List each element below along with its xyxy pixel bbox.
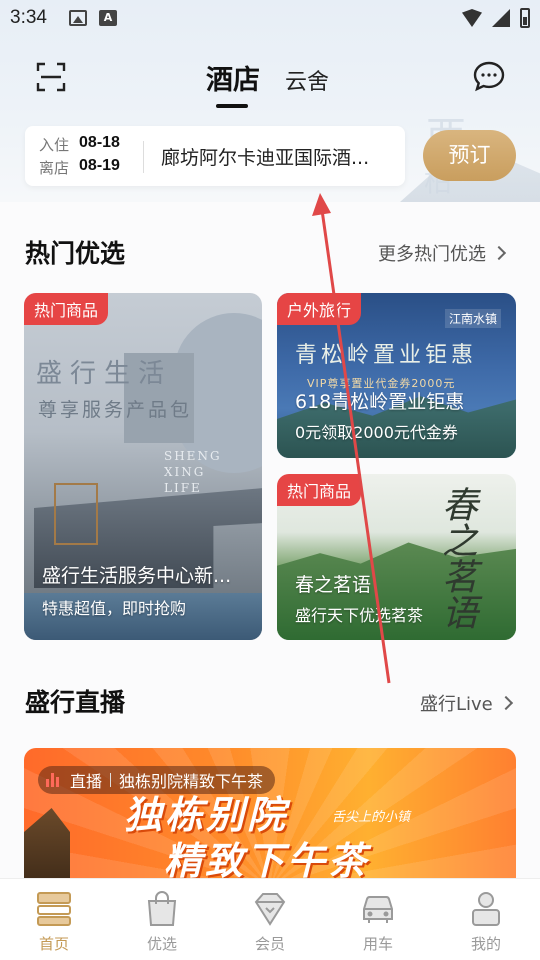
live-bars-icon <box>46 773 62 787</box>
card-tag: 热门商品 <box>277 474 362 506</box>
card-subtitle: 盛行天下优选茗茶 <box>295 606 424 625</box>
nav-featured-label: 优选 <box>146 935 177 953</box>
active-tab-indicator <box>216 104 248 108</box>
hot-card-shengxing-life[interactable]: 盛行生活 尊享服务产品包 SHENG XING LIFE 热门商品 盛行生活服务… <box>24 293 262 640</box>
bottom-navigation: 首页 优选 会员 用车 我的 <box>0 878 540 960</box>
card-decor-frame <box>54 483 98 545</box>
car-icon <box>363 896 393 923</box>
shopping-bag-icon <box>147 891 177 926</box>
booking-divider <box>143 141 144 173</box>
more-live-link[interactable]: 盛行Live <box>420 690 513 716</box>
checkout-date: 08-19 <box>79 157 120 174</box>
card-image-subtitle: 尊享服务产品包 <box>38 399 193 421</box>
hot-card-qingsongling[interactable]: 江南水镇 青松岭置业钜惠 VIP尊享置业代金券2000元 户外旅行 618青松岭… <box>277 293 516 458</box>
hot-card-tea[interactable]: 春之茗语 热门商品 春之茗语 盛行天下优选茗茶 <box>277 474 516 640</box>
chevron-right-icon <box>498 695 513 711</box>
wifi-icon <box>462 9 482 27</box>
signal-icon <box>492 9 510 27</box>
nav-home-label: 首页 <box>38 935 69 953</box>
card-brand-logo: 江南水镇 <box>445 309 502 328</box>
tab-yunshe[interactable]: 云舍 <box>285 64 329 96</box>
card-title: 春之茗语 <box>295 574 372 596</box>
message-icon[interactable] <box>472 60 506 92</box>
status-bar: 3:34 A <box>0 0 540 36</box>
badge-separator <box>110 773 112 787</box>
card-subtitle: 特惠超值，即时抢购 <box>42 599 187 618</box>
nav-member[interactable]: 会员 <box>216 879 324 960</box>
home-icon <box>37 892 71 926</box>
checkin-date: 08-18 <box>79 134 120 151</box>
card-image-title: 盛行生活 <box>36 359 173 389</box>
user-icon <box>472 892 500 926</box>
card-image-english: SHENG XING LIFE <box>164 449 222 495</box>
card-image-title: 青松岭置业钜惠 <box>295 343 478 368</box>
tab-hotel[interactable]: 酒店 <box>206 58 260 97</box>
checkin-row[interactable]: 入住 08-18 <box>39 134 120 155</box>
card-tag: 户外旅行 <box>277 293 362 325</box>
nav-featured[interactable]: 优选 <box>108 879 216 960</box>
banner-line-2: 精致下午茶 <box>164 839 370 883</box>
card-title: 618青松岭置业钜惠 <box>295 391 465 413</box>
banner-tag: 舌尖上的小镇 <box>332 810 411 825</box>
card-subtitle: 0元领取2000元代金券 <box>295 423 458 442</box>
battery-icon <box>520 8 530 28</box>
checkout-label: 离店 <box>39 159 70 177</box>
nav-car-label: 用车 <box>362 935 393 953</box>
diamond-icon <box>254 893 286 926</box>
more-hot-label: 更多热门优选 <box>378 244 486 265</box>
more-hot-link[interactable]: 更多热门优选 <box>378 240 507 266</box>
checkin-label: 入住 <box>39 136 70 154</box>
top-navigation: 酒店 云舍 <box>0 48 540 108</box>
gallery-notification-icon <box>68 10 87 26</box>
nav-car[interactable]: 用车 <box>324 879 432 960</box>
app-notification-icon: A <box>98 10 117 26</box>
checkout-row[interactable]: 离店 08-19 <box>39 157 120 178</box>
card-tag: 热门商品 <box>24 293 109 325</box>
hotel-name-field[interactable]: 廊坊阿尔卡迪亚国际酒... <box>161 143 369 170</box>
nav-member-label: 会员 <box>254 935 285 953</box>
nav-profile[interactable]: 我的 <box>432 879 540 960</box>
nav-profile-label: 我的 <box>470 935 501 953</box>
book-button[interactable]: 预订 <box>423 130 516 181</box>
live-section-title: 盛行直播 <box>25 688 126 717</box>
status-time: 3:34 <box>10 7 47 28</box>
live-badge-label: 直播 <box>70 772 103 791</box>
card-title: 盛行生活服务中心新... <box>42 565 232 587</box>
scan-icon[interactable] <box>36 62 66 92</box>
chevron-right-icon <box>491 245 507 261</box>
more-live-label: 盛行Live <box>420 694 493 715</box>
live-badge-text: 独栋别院精致下午茶 <box>119 772 264 791</box>
booking-bar[interactable]: 入住 08-18 离店 08-19 廊坊阿尔卡迪亚国际酒... <box>25 126 405 186</box>
hot-section-title: 热门优选 <box>25 239 126 268</box>
live-banner[interactable]: 独栋别院 舌尖上的小镇 精致下午茶 直播 独栋别院精致下午茶 <box>24 748 516 888</box>
live-badge: 直播 独栋别院精致下午茶 <box>38 766 276 794</box>
card-calligraphy: 春之茗语 <box>436 486 477 630</box>
nav-home[interactable]: 首页 <box>0 879 108 960</box>
